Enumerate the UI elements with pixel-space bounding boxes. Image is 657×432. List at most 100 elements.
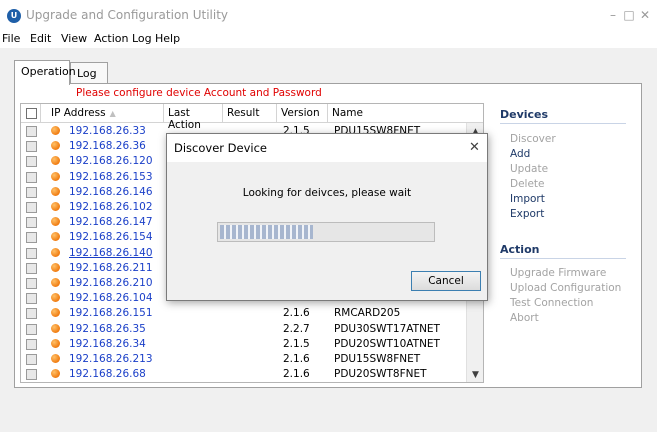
row-version: 2.1.6 bbox=[283, 368, 310, 381]
row-checkbox[interactable] bbox=[26, 171, 37, 183]
row-ip-address[interactable]: 192.168.26.210 bbox=[69, 277, 153, 289]
row-checkbox[interactable] bbox=[26, 156, 37, 168]
menu-bar: File Edit View Action Log Help bbox=[0, 30, 657, 48]
row-checkbox[interactable] bbox=[26, 217, 37, 229]
row-name: PDU20SWT10ATNET bbox=[334, 337, 440, 350]
menu-action[interactable]: Action bbox=[94, 32, 128, 45]
menu-edit[interactable]: Edit bbox=[30, 32, 51, 45]
select-all-cell bbox=[21, 104, 41, 123]
row-ip-address[interactable]: 192.168.26.140 bbox=[69, 247, 153, 259]
row-name: PDU20SWT8FNET bbox=[334, 368, 427, 381]
status-dot-icon bbox=[51, 354, 60, 363]
column-name[interactable]: Name bbox=[328, 104, 466, 123]
discover-link[interactable]: Discover bbox=[510, 133, 556, 145]
menu-log[interactable]: Log bbox=[132, 32, 152, 45]
minimize-button[interactable]: – bbox=[606, 8, 620, 22]
dialog-title: Discover Device bbox=[174, 141, 267, 155]
row-ip-address[interactable]: 192.168.26.120 bbox=[69, 155, 153, 167]
scroll-down-icon[interactable]: ▼ bbox=[472, 370, 479, 380]
menu-view[interactable]: View bbox=[61, 32, 87, 45]
row-checkbox[interactable] bbox=[26, 232, 37, 244]
row-ip-address[interactable]: 192.168.26.36 bbox=[69, 140, 146, 152]
status-dot-icon bbox=[51, 262, 60, 272]
row-ip-address[interactable]: 192.168.26.146 bbox=[69, 186, 153, 198]
discover-device-dialog: Discover Device ✕ Looking for deivces, p… bbox=[166, 133, 488, 301]
row-ip-address[interactable]: 192.168.26.68 bbox=[69, 368, 146, 380]
add-link[interactable]: Add bbox=[510, 148, 530, 160]
table-row[interactable]: 192.168.26.34 2.1.5 PDU20SWT10ATNET bbox=[21, 337, 467, 352]
row-name: RMCARD205 bbox=[334, 307, 401, 320]
status-dot-icon bbox=[51, 217, 60, 227]
status-dot-icon bbox=[51, 247, 60, 257]
row-ip-address[interactable]: 192.168.26.102 bbox=[69, 201, 153, 213]
table-row[interactable]: 192.168.26.35 2.2.7 PDU30SWT17ATNET bbox=[21, 322, 467, 337]
row-ip-address[interactable]: 192.168.26.104 bbox=[69, 292, 153, 304]
row-ip-address[interactable]: 192.168.26.154 bbox=[69, 231, 153, 243]
row-checkbox[interactable] bbox=[26, 278, 37, 289]
row-ip-address[interactable]: 192.168.26.213 bbox=[69, 353, 153, 365]
row-checkbox[interactable] bbox=[26, 262, 37, 274]
window-title: Upgrade and Configuration Utility bbox=[26, 8, 229, 22]
row-checkbox[interactable] bbox=[26, 338, 37, 350]
devices-heading: Devices bbox=[500, 108, 549, 121]
status-dot-icon bbox=[51, 186, 60, 196]
row-checkbox[interactable] bbox=[26, 186, 37, 198]
row-checkbox[interactable] bbox=[26, 126, 37, 137]
test-connection-link[interactable]: Test Connection bbox=[510, 297, 593, 309]
status-dot-icon bbox=[51, 156, 60, 166]
row-checkbox[interactable] bbox=[26, 369, 37, 381]
menu-file[interactable]: File bbox=[2, 32, 20, 45]
row-checkbox[interactable] bbox=[26, 293, 37, 305]
column-version[interactable]: Version bbox=[277, 104, 328, 123]
status-dot-icon bbox=[51, 369, 60, 379]
row-ip-address[interactable]: 192.168.26.211 bbox=[69, 262, 153, 274]
cancel-button[interactable]: Cancel bbox=[411, 271, 481, 291]
status-dot-icon bbox=[51, 293, 60, 303]
row-version: 2.1.6 bbox=[283, 307, 310, 320]
update-link[interactable]: Update bbox=[510, 163, 548, 175]
status-dot-icon bbox=[51, 171, 60, 181]
progress-fill bbox=[220, 225, 313, 239]
column-ip-address[interactable]: IP Address ▲ bbox=[41, 104, 164, 123]
table-row[interactable]: 192.168.26.68 2.1.6 PDU20SWT8FNET bbox=[21, 367, 467, 382]
devices-divider bbox=[500, 123, 626, 124]
row-checkbox[interactable] bbox=[26, 308, 37, 320]
row-version: 2.2.7 bbox=[283, 322, 310, 335]
credentials-warning: Please configure device Account and Pass… bbox=[76, 87, 322, 99]
dialog-close-icon[interactable]: ✕ bbox=[469, 140, 480, 155]
close-window-button[interactable]: ✕ bbox=[638, 8, 652, 22]
upload-configuration-link[interactable]: Upload Configuration bbox=[510, 282, 621, 294]
column-result[interactable]: Result bbox=[223, 104, 277, 123]
row-checkbox[interactable] bbox=[26, 141, 37, 153]
abort-link[interactable]: Abort bbox=[510, 312, 539, 324]
row-ip-address[interactable]: 192.168.26.34 bbox=[69, 338, 146, 350]
row-checkbox[interactable] bbox=[26, 202, 37, 213]
sort-arrow-icon: ▲ bbox=[109, 109, 116, 118]
table-row[interactable]: 192.168.26.151 2.1.6 RMCARD205 bbox=[21, 306, 467, 321]
status-bar bbox=[0, 393, 657, 432]
delete-link[interactable]: Delete bbox=[510, 178, 545, 190]
status-dot-icon bbox=[51, 232, 60, 242]
maximize-button[interactable]: □ bbox=[622, 8, 636, 22]
row-ip-address[interactable]: 192.168.26.147 bbox=[69, 216, 153, 228]
export-link[interactable]: Export bbox=[510, 208, 544, 220]
row-checkbox[interactable] bbox=[26, 247, 37, 259]
select-all-checkbox[interactable] bbox=[26, 108, 37, 119]
upgrade-firmware-link[interactable]: Upgrade Firmware bbox=[510, 267, 606, 279]
row-ip-address[interactable]: 192.168.26.153 bbox=[69, 171, 153, 183]
column-last-action[interactable]: Last Action bbox=[164, 104, 223, 131]
row-version: 2.1.5 bbox=[283, 337, 310, 350]
table-row[interactable]: 192.168.26.213 2.1.6 PDU15SW8FNET bbox=[21, 352, 467, 367]
row-ip-address[interactable]: 192.168.26.33 bbox=[69, 125, 146, 137]
import-link[interactable]: Import bbox=[510, 193, 545, 205]
status-dot-icon bbox=[51, 323, 60, 333]
row-checkbox[interactable] bbox=[26, 323, 37, 335]
tab-operation[interactable]: Operation bbox=[14, 60, 76, 85]
row-checkbox[interactable] bbox=[26, 354, 37, 365]
title-bar: U Upgrade and Configuration Utility – □ … bbox=[0, 0, 657, 30]
menu-help[interactable]: Help bbox=[155, 32, 180, 45]
status-dot-icon bbox=[51, 338, 60, 348]
column-ip-address-label: IP Address bbox=[51, 107, 106, 119]
row-ip-address[interactable]: 192.168.26.151 bbox=[69, 307, 153, 319]
row-ip-address[interactable]: 192.168.26.35 bbox=[69, 323, 146, 335]
